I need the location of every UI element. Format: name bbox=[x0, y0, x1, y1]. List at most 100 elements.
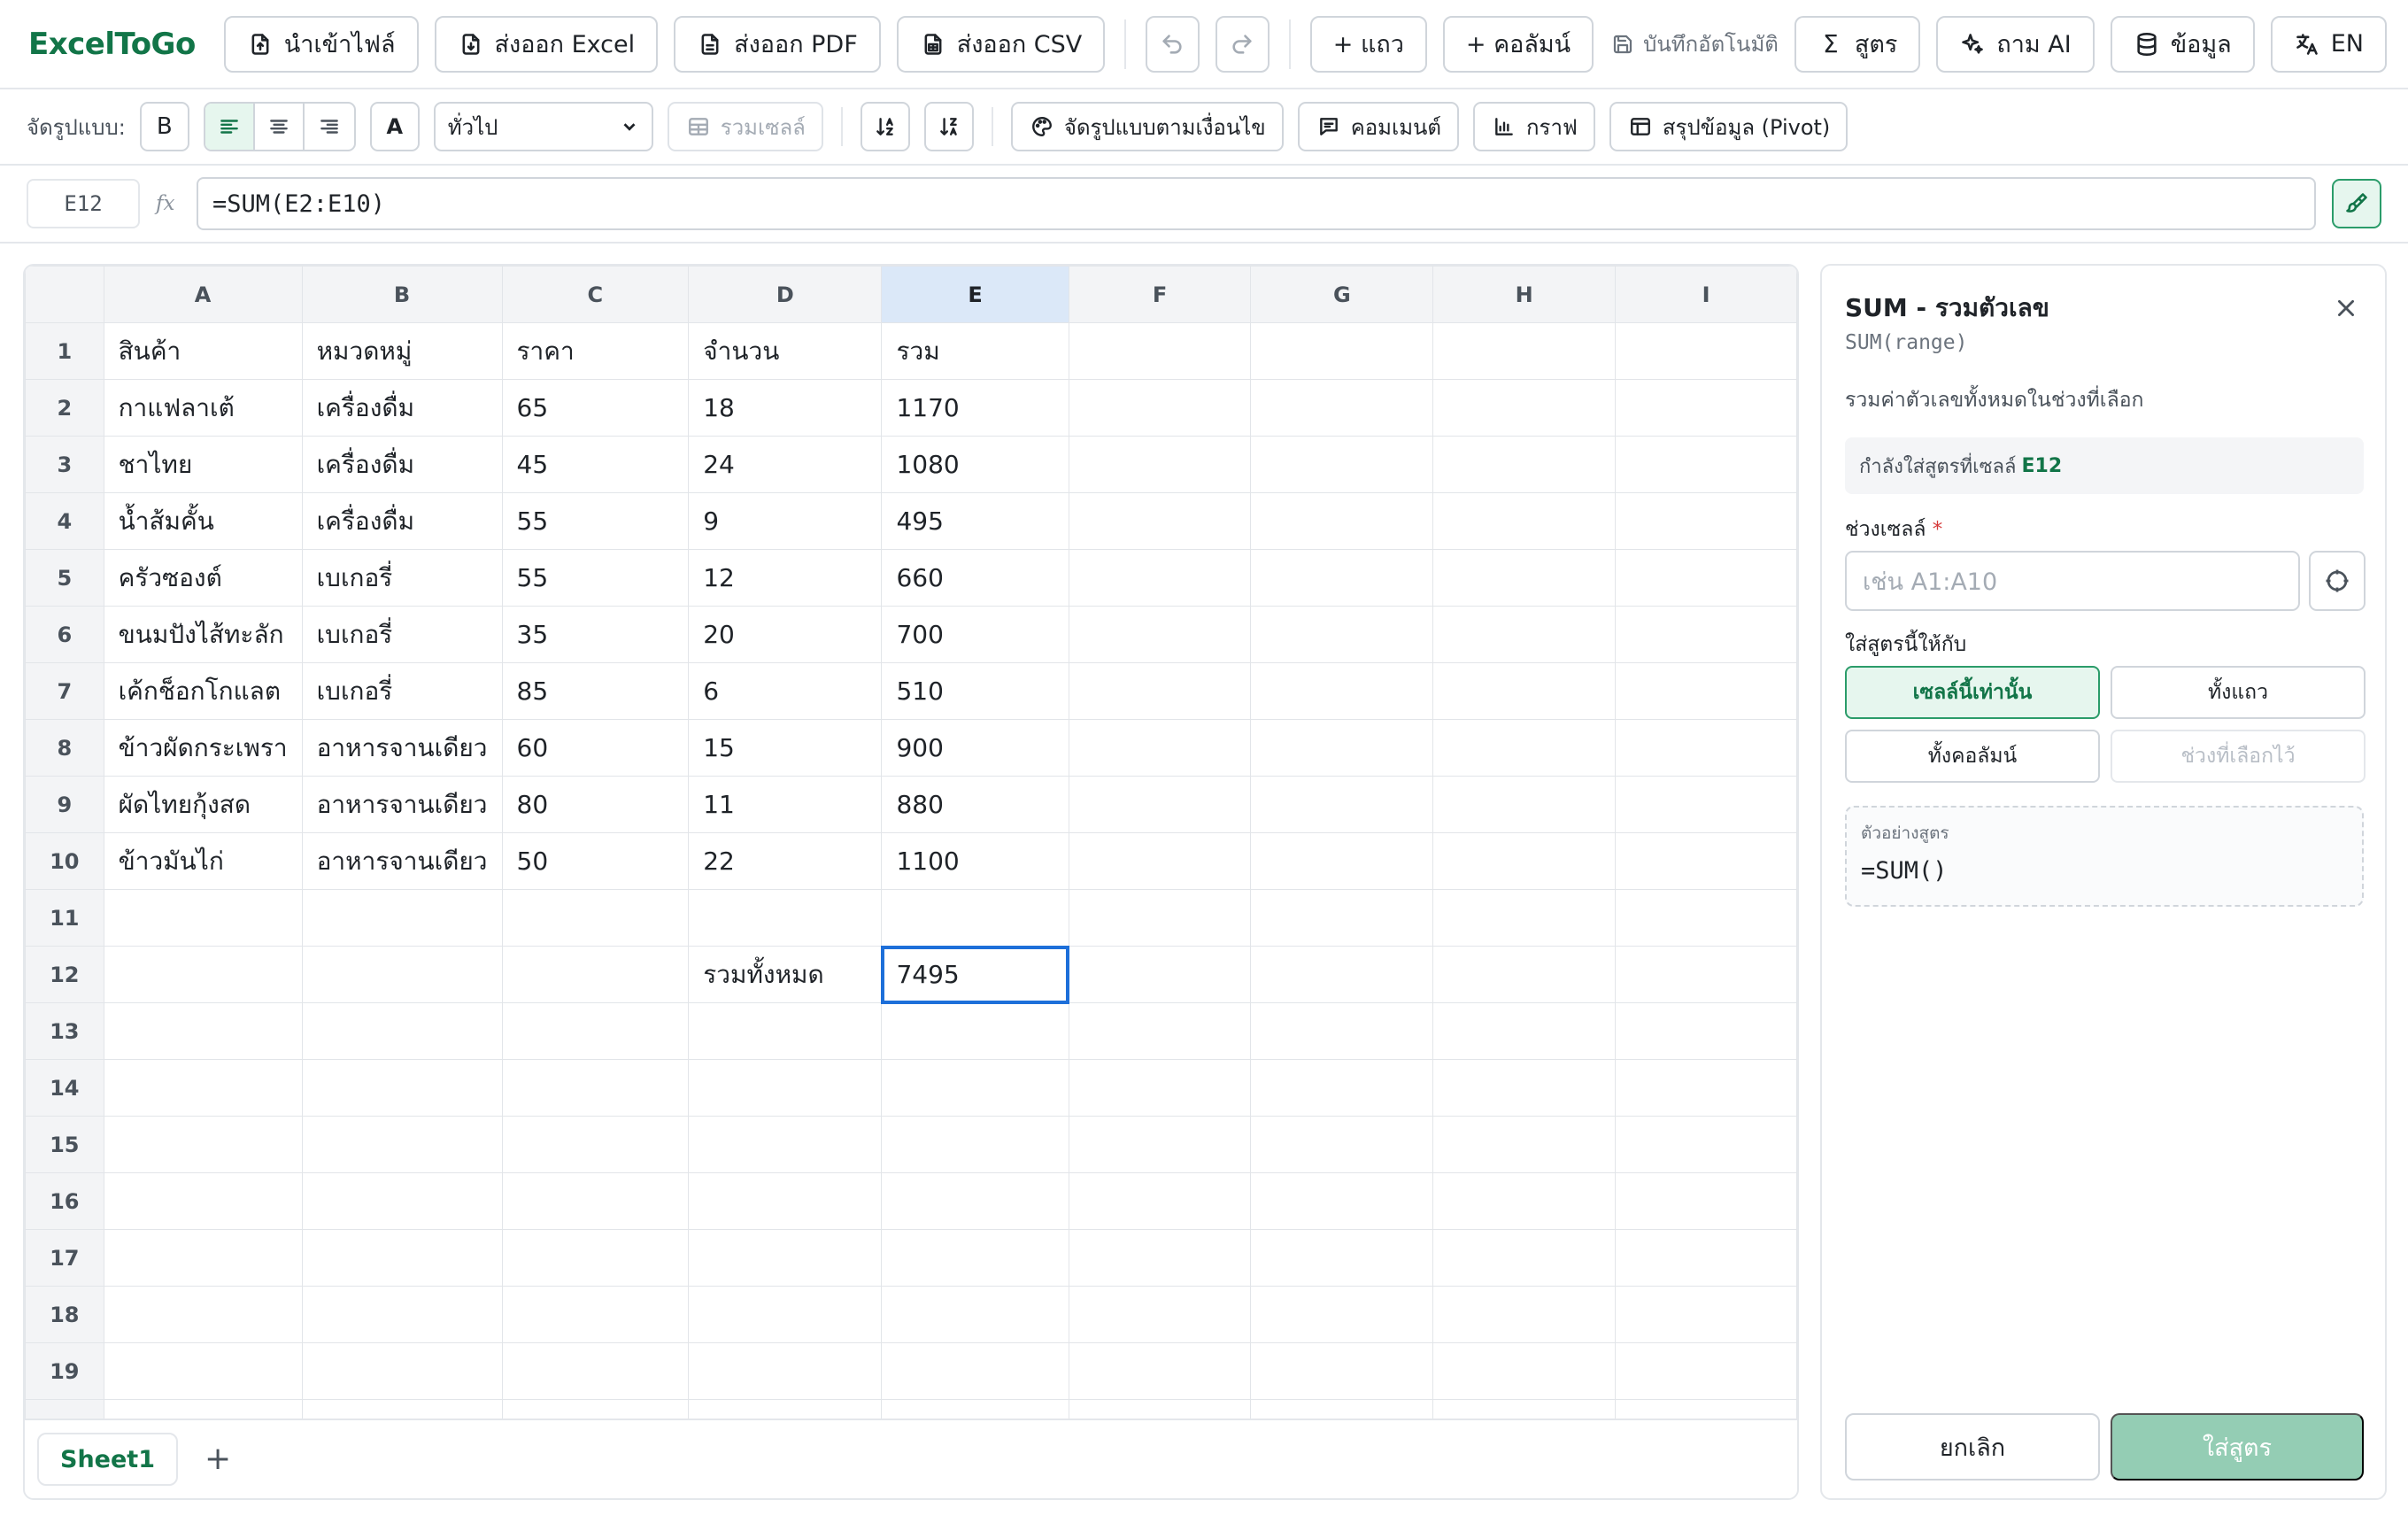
cell-g8[interactable] bbox=[1250, 719, 1434, 777]
cell-d2[interactable]: 18 bbox=[688, 379, 883, 437]
cell-b4[interactable]: เครื่องดื่ม bbox=[301, 492, 503, 550]
cell-b10[interactable]: อาหารจานเดียว bbox=[301, 832, 503, 890]
export-pdf-button[interactable]: ส่งออก PDF bbox=[674, 15, 881, 73]
export-excel-button[interactable]: ส่งออก Excel bbox=[434, 15, 659, 73]
cell-a9[interactable]: ผัดไทยกุ้งสด bbox=[103, 776, 303, 833]
cell-g6[interactable] bbox=[1250, 606, 1434, 663]
cell-a18[interactable] bbox=[103, 1286, 303, 1343]
cell-g2[interactable] bbox=[1250, 379, 1434, 437]
cell-c7[interactable]: 85 bbox=[501, 662, 690, 720]
cell-d10[interactable]: 22 bbox=[688, 832, 883, 890]
cell-g5[interactable] bbox=[1250, 549, 1434, 607]
cell-e1[interactable]: รวม bbox=[881, 322, 1069, 380]
cell-f4[interactable] bbox=[1068, 492, 1252, 550]
cell-c6[interactable]: 35 bbox=[501, 606, 690, 663]
cell-e18[interactable] bbox=[881, 1286, 1069, 1343]
cell-g7[interactable] bbox=[1250, 662, 1434, 720]
ask-ai-button[interactable]: ถาม AI bbox=[1936, 15, 2095, 73]
chart-button[interactable]: กราฟ bbox=[1473, 102, 1595, 151]
row-header[interactable]: 7 bbox=[25, 662, 104, 720]
cell-i16[interactable] bbox=[1615, 1172, 1797, 1230]
cell-i11[interactable] bbox=[1615, 889, 1797, 947]
cell-g15[interactable] bbox=[1250, 1116, 1434, 1173]
column-header-f[interactable]: F bbox=[1068, 266, 1252, 323]
cell-g16[interactable] bbox=[1250, 1172, 1434, 1230]
cell-d3[interactable]: 24 bbox=[688, 436, 883, 493]
cell-i2[interactable] bbox=[1615, 379, 1797, 437]
row-header[interactable]: 6 bbox=[25, 606, 104, 663]
row-header[interactable]: 10 bbox=[25, 832, 104, 890]
cancel-button[interactable]: ยกเลิก bbox=[1845, 1413, 2100, 1480]
cell-c8[interactable]: 60 bbox=[501, 719, 690, 777]
cell-g19[interactable] bbox=[1250, 1342, 1434, 1400]
cell-b14[interactable] bbox=[301, 1059, 503, 1117]
apply-formula-button[interactable]: ใส่สูตร bbox=[2111, 1413, 2364, 1480]
cell-a4[interactable]: น้ำส้มคั้น bbox=[103, 492, 303, 550]
range-picker-button[interactable] bbox=[2309, 551, 2366, 611]
cell-b18[interactable] bbox=[301, 1286, 503, 1343]
cell-a19[interactable] bbox=[103, 1342, 303, 1400]
cell-h11[interactable] bbox=[1432, 889, 1617, 947]
cell-c9[interactable]: 80 bbox=[501, 776, 690, 833]
column-header-b[interactable]: B bbox=[301, 266, 503, 323]
row-header[interactable]: 3 bbox=[25, 436, 104, 493]
cell-e11[interactable] bbox=[881, 889, 1069, 947]
cell-g14[interactable] bbox=[1250, 1059, 1434, 1117]
cell-e14[interactable] bbox=[881, 1059, 1069, 1117]
cell-c16[interactable] bbox=[501, 1172, 690, 1230]
cell-f17[interactable] bbox=[1068, 1229, 1252, 1287]
cell-c18[interactable] bbox=[501, 1286, 690, 1343]
cell-h2[interactable] bbox=[1432, 379, 1617, 437]
cell-d11[interactable] bbox=[688, 889, 883, 947]
cell-a5[interactable]: ครัวซองต์ bbox=[103, 549, 303, 607]
cell-h9[interactable] bbox=[1432, 776, 1617, 833]
cell-a7[interactable]: เค้กช็อกโกแลต bbox=[103, 662, 303, 720]
row-header[interactable]: 19 bbox=[25, 1342, 104, 1400]
row-header[interactable]: 13 bbox=[25, 1002, 104, 1060]
cell-i8[interactable] bbox=[1615, 719, 1797, 777]
cell-c14[interactable] bbox=[501, 1059, 690, 1117]
cell-e13[interactable] bbox=[881, 1002, 1069, 1060]
apply-whole-column-option[interactable]: ทั้งคอลัมน์ bbox=[1845, 730, 2100, 783]
cell-b1[interactable]: หมวดหมู่ bbox=[301, 322, 503, 380]
row-header[interactable]: 11 bbox=[25, 889, 104, 947]
row-header[interactable]: 9 bbox=[25, 776, 104, 833]
cell-e19[interactable] bbox=[881, 1342, 1069, 1400]
sort-descending-button[interactable] bbox=[923, 102, 974, 151]
cell-i1[interactable] bbox=[1615, 322, 1797, 380]
cell-f5[interactable] bbox=[1068, 549, 1252, 607]
cell-f13[interactable] bbox=[1068, 1002, 1252, 1060]
cell-i17[interactable] bbox=[1615, 1229, 1797, 1287]
cell-c13[interactable] bbox=[501, 1002, 690, 1060]
cell-b8[interactable]: อาหารจานเดียว bbox=[301, 719, 503, 777]
cell-h7[interactable] bbox=[1432, 662, 1617, 720]
pivot-button[interactable]: สรุปข้อมูล (Pivot) bbox=[1609, 102, 1848, 151]
cell-c19[interactable] bbox=[501, 1342, 690, 1400]
cell-b15[interactable] bbox=[301, 1116, 503, 1173]
apply-cell-only-option[interactable]: เซลล์นี้เท่านั้น bbox=[1845, 666, 2100, 719]
cell-f14[interactable] bbox=[1068, 1059, 1252, 1117]
cell-h16[interactable] bbox=[1432, 1172, 1617, 1230]
cell-b17[interactable] bbox=[301, 1229, 503, 1287]
column-header-i[interactable]: I bbox=[1615, 266, 1797, 323]
cell-c2[interactable]: 65 bbox=[501, 379, 690, 437]
cell-c4[interactable]: 55 bbox=[501, 492, 690, 550]
cell-g11[interactable] bbox=[1250, 889, 1434, 947]
conditional-format-button[interactable]: จัดรูปแบบตามเงื่อนไข bbox=[1010, 102, 1284, 151]
cell-h5[interactable] bbox=[1432, 549, 1617, 607]
cell-f9[interactable] bbox=[1068, 776, 1252, 833]
column-header-e[interactable]: E bbox=[881, 266, 1069, 323]
add-sheet-button[interactable]: + bbox=[205, 1443, 231, 1475]
cell-d15[interactable] bbox=[688, 1116, 883, 1173]
column-header-g[interactable]: G bbox=[1250, 266, 1434, 323]
cell-g17[interactable] bbox=[1250, 1229, 1434, 1287]
cell-h17[interactable] bbox=[1432, 1229, 1617, 1287]
cell-i7[interactable] bbox=[1615, 662, 1797, 720]
cell-f8[interactable] bbox=[1068, 719, 1252, 777]
cell-h4[interactable] bbox=[1432, 492, 1617, 550]
cell-d7[interactable]: 6 bbox=[688, 662, 883, 720]
cell-i15[interactable] bbox=[1615, 1116, 1797, 1173]
cell-e15[interactable] bbox=[881, 1116, 1069, 1173]
cell-h3[interactable] bbox=[1432, 436, 1617, 493]
cell-a15[interactable] bbox=[103, 1116, 303, 1173]
